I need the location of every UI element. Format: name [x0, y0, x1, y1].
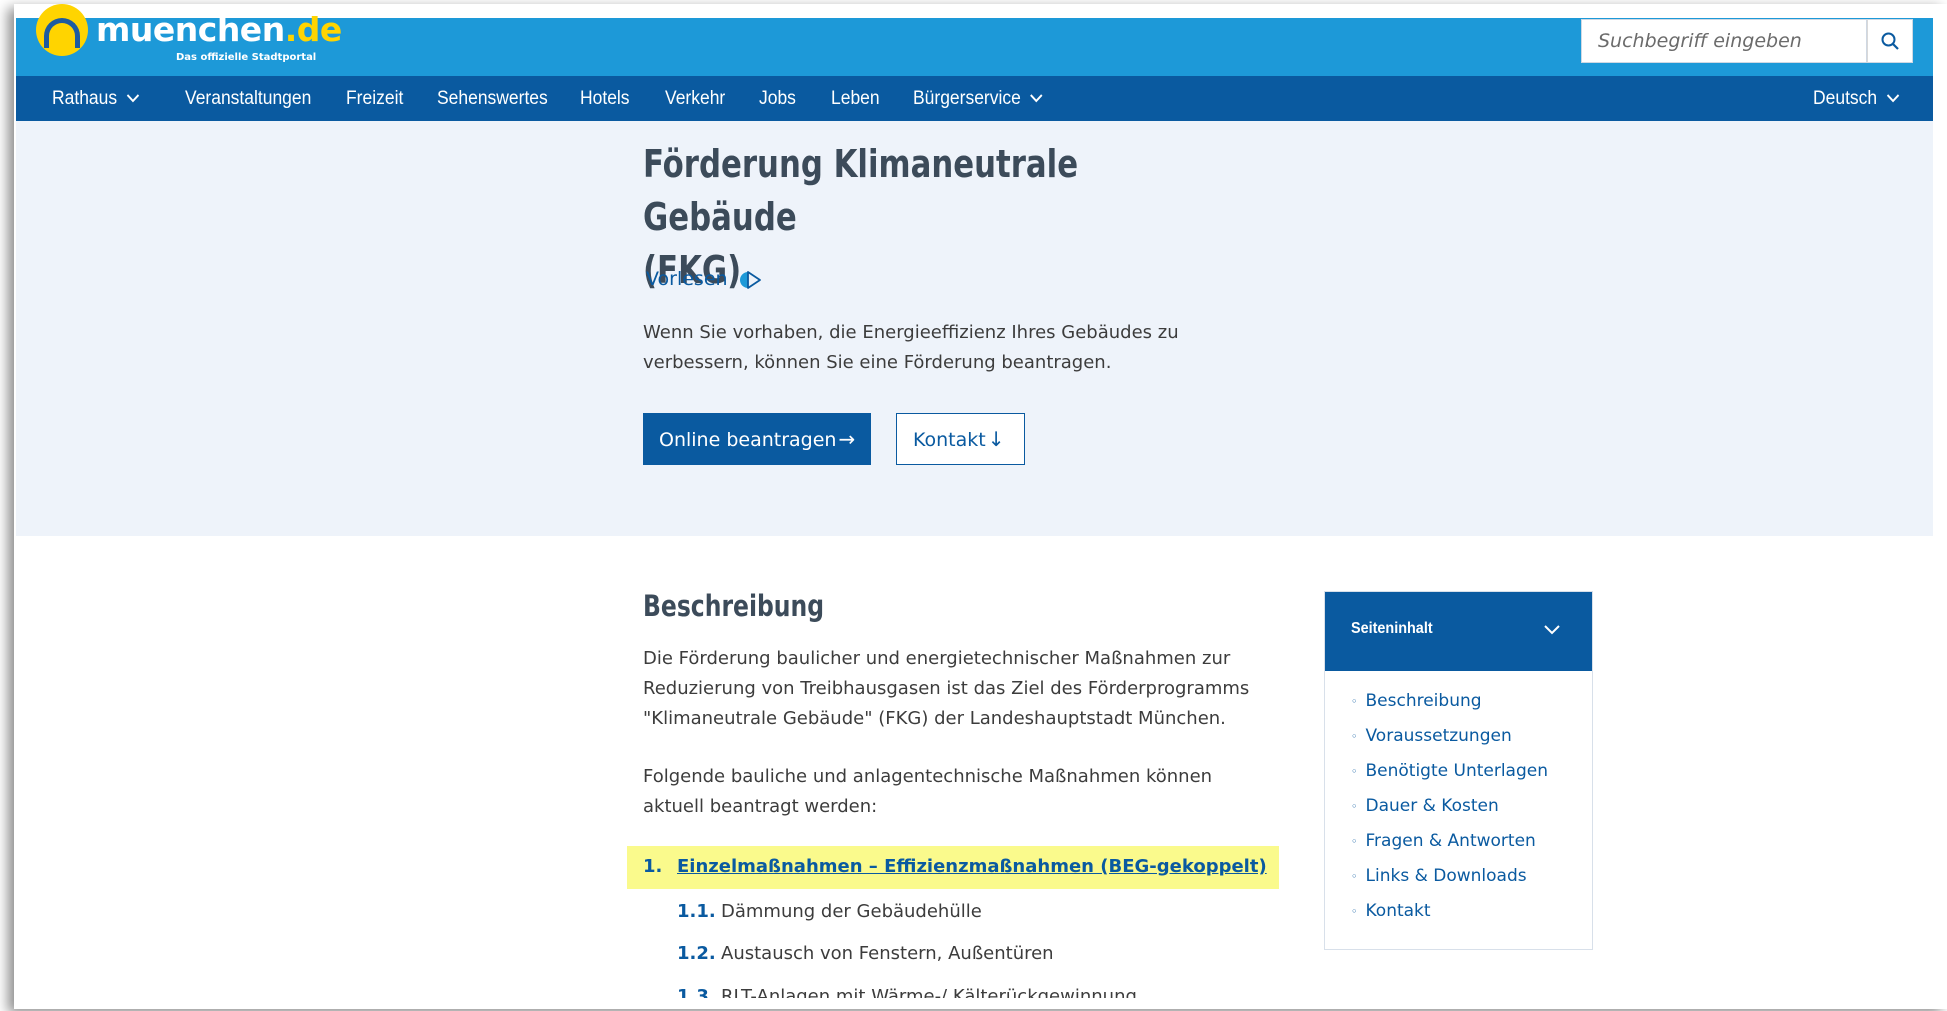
site-header: muenchen.de Das offizielle Stadtportal: [16, 4, 1933, 76]
nav-item-label: Verkehr: [665, 88, 726, 109]
list-number: 1.: [643, 856, 663, 877]
search-icon: [1881, 32, 1899, 50]
page-contents-panel: Seiteninhalt ◦ Beschreibung ◦ Voraussetzun…: [1324, 591, 1593, 950]
nav-item-verkehr[interactable]: Verkehr: [665, 76, 725, 121]
language-label: Deutsch: [1813, 88, 1878, 109]
nav-item-label: Rathaus: [52, 88, 118, 109]
logo-emblem-icon: [36, 4, 88, 56]
nav-item-label: Leben: [831, 88, 880, 109]
toc-link-voraussetzungen[interactable]: ◦ Voraussetzungen: [1351, 726, 1512, 746]
bullet-icon: ◦: [1351, 729, 1358, 743]
toc-link-beschreibung[interactable]: ◦ Beschreibung: [1351, 691, 1482, 711]
section-heading-beschreibung: Beschreibung: [643, 589, 825, 623]
sublist-item: Dämmung der Gebäudehülle: [721, 901, 982, 922]
search-input[interactable]: [1582, 20, 1866, 62]
nav-item-hotels[interactable]: Hotels: [580, 76, 630, 121]
nav-item-sehenswertes[interactable]: Sehenswertes: [437, 76, 548, 121]
sublist-item: RLT-Anlagen mit Wärme-/ Kälterückgewinnu…: [721, 986, 1137, 998]
nav-item-label: Bürgerservice: [913, 88, 1021, 109]
language-selector[interactable]: Deutsch: [1813, 76, 1899, 121]
sublist-number: 1.2.: [677, 943, 716, 964]
bullet-icon: ◦: [1351, 694, 1358, 708]
search-button[interactable]: [1867, 19, 1913, 63]
nav-item-leben[interactable]: Leben: [831, 76, 880, 121]
sublist-number: 1.3.: [677, 986, 716, 998]
toc-link-dauer-kosten[interactable]: ◦ Dauer & Kosten: [1351, 796, 1499, 816]
nav-item-label: Hotels: [580, 88, 630, 109]
nav-item-label: Jobs: [759, 88, 796, 109]
nav-item-veranstaltungen[interactable]: Veranstaltungen: [185, 76, 311, 121]
apply-online-button[interactable]: Online beantragen →: [643, 413, 871, 465]
bullet-icon: ◦: [1351, 834, 1358, 848]
nav-item-label: Freizeit: [346, 88, 404, 109]
bullet-icon: ◦: [1351, 764, 1358, 778]
nav-item-label: Sehenswertes: [437, 88, 548, 109]
search-field: [1581, 19, 1867, 63]
arrow-right-icon: →: [838, 427, 856, 451]
nav-item-rathaus[interactable]: Rathaus: [52, 76, 139, 121]
measures-intro-paragraph: Folgende bauliche und anlagentechnische …: [643, 766, 1213, 817]
chevron-down-icon: [1030, 94, 1043, 103]
button-label: Kontakt: [913, 429, 986, 451]
bullet-icon: ◦: [1351, 799, 1358, 813]
nav-item-buergerservice[interactable]: Bürgerservice: [913, 76, 1043, 121]
chevron-down-icon: [126, 94, 139, 103]
bullet-icon: ◦: [1351, 869, 1358, 883]
sublist-number: 1.1.: [677, 901, 716, 922]
toc-link-downloads[interactable]: ◦ Links & Downloads: [1351, 866, 1527, 886]
speaker-icon[interactable]: [738, 270, 764, 290]
main-navigation: Rathaus Veranstaltungen Freizeit Sehensw…: [16, 76, 1933, 121]
list-item-link-einzelmassnahmen[interactable]: Einzelmaßnahmen – Effizienzmaßnahmen (BE…: [677, 856, 1267, 877]
sublist-item-clipped: 1.3. RLT-Anlagen mit Wärme-/ Kälterückge…: [677, 978, 1277, 998]
button-label: Online beantragen: [659, 429, 837, 451]
chevron-down-icon: [1886, 94, 1899, 103]
toc-link-kontakt[interactable]: ◦ Kontakt: [1351, 901, 1431, 921]
toc-link-unterlagen[interactable]: ◦ Benötigte Unterlagen: [1351, 761, 1548, 781]
site-logo[interactable]: muenchen.de Das offizielle Stadtportal: [36, 4, 342, 76]
page-contents-title: Seiteninhalt: [1351, 620, 1433, 637]
arrow-down-icon: ↓: [987, 427, 1005, 451]
page-contents-toggle[interactable]: Seiteninhalt: [1325, 592, 1592, 671]
contact-button[interactable]: Kontakt ↓: [896, 413, 1025, 465]
nav-item-jobs[interactable]: Jobs: [759, 76, 796, 121]
nav-item-freizeit[interactable]: Freizeit: [346, 76, 403, 121]
chevron-down-icon: [1544, 625, 1560, 635]
logo-tagline: Das offizielle Stadtportal: [176, 52, 317, 63]
sublist-item: Austausch von Fenstern, Außentüren: [721, 943, 1054, 964]
logo-wordmark: muenchen.de: [96, 10, 342, 49]
toc-link-fragen[interactable]: ◦ Fragen & Antworten: [1351, 831, 1536, 851]
read-aloud-link[interactable]: Vorlesen: [646, 268, 728, 290]
bullet-icon: ◦: [1351, 904, 1358, 918]
nav-item-label: Veranstaltungen: [185, 88, 312, 109]
description-paragraph: Die Förderung baulicher und energietechn…: [643, 648, 1250, 729]
lead-text: Wenn Sie vorhaben, die Energieeffizienz …: [643, 322, 1179, 373]
